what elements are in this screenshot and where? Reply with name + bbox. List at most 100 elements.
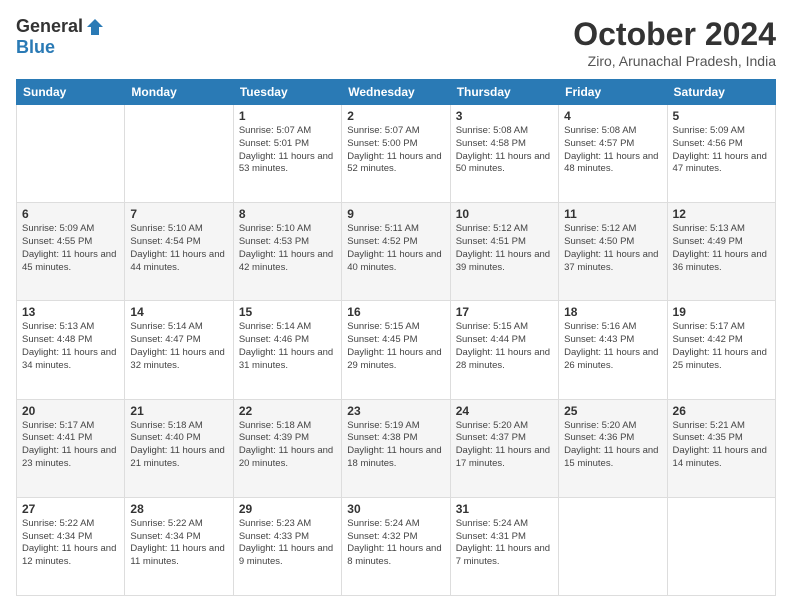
day-number: 20 — [22, 404, 119, 418]
day-cell: 23 Sunrise: 5:19 AM Sunset: 4:38 PM Dayli… — [342, 399, 450, 497]
day-number: 4 — [564, 109, 661, 123]
day-cell: 2Sunrise: 5:07 AM Sunset: 5:00 PM Daylig… — [342, 105, 450, 203]
day-info: Sunrise: 5:09 AM Sunset: 4:56 PM Dayligh… — [673, 125, 770, 176]
day-cell: 21 Sunrise: 5:18 AM Sunset: 4:40 PM Dayli… — [125, 399, 233, 497]
day-number: 21 — [130, 404, 227, 418]
col-header-friday: Friday — [559, 80, 667, 105]
day-info: Sunrise: 5:12 AM Sunset: 4:51 PM Dayligh… — [456, 223, 553, 274]
logo-blue-text: Blue — [16, 37, 55, 58]
day-cell: 27 Sunrise: 5:22 AM Sunset: 4:34 PM Dayli… — [17, 497, 125, 595]
day-cell: 8Sunrise: 5:10 AM Sunset: 4:53 PM Daylig… — [233, 203, 341, 301]
day-info: Sunrise: 5:18 AM Sunset: 4:40 PM Dayligh… — [130, 420, 227, 471]
day-info: Sunrise: 5:14 AM Sunset: 4:46 PM Dayligh… — [239, 321, 336, 372]
day-info: Sunrise: 5:22 AM Sunset: 4:34 PM Dayligh… — [22, 518, 119, 569]
day-info: Sunrise: 5:18 AM Sunset: 4:39 PM Dayligh… — [239, 420, 336, 471]
day-info: Sunrise: 5:09 AM Sunset: 4:55 PM Dayligh… — [22, 223, 119, 274]
logo-icon — [85, 17, 105, 37]
day-cell: 5 Sunrise: 5:09 AM Sunset: 4:56 PM Daylig… — [667, 105, 775, 203]
day-number: 15 — [239, 305, 336, 319]
day-cell: 9 Sunrise: 5:11 AM Sunset: 4:52 PM Daylig… — [342, 203, 450, 301]
day-number: 12 — [673, 207, 770, 221]
day-cell: 18 Sunrise: 5:16 AM Sunset: 4:43 PM Dayli… — [559, 301, 667, 399]
day-info: Sunrise: 5:10 AM Sunset: 4:54 PM Dayligh… — [130, 223, 227, 274]
col-header-saturday: Saturday — [667, 80, 775, 105]
day-info: Sunrise: 5:22 AM Sunset: 4:34 PM Dayligh… — [130, 518, 227, 569]
day-cell: 11Sunrise: 5:12 AM Sunset: 4:50 PM Dayli… — [559, 203, 667, 301]
day-number: 23 — [347, 404, 444, 418]
day-number: 30 — [347, 502, 444, 516]
day-cell: 6Sunrise: 5:09 AM Sunset: 4:55 PM Daylig… — [17, 203, 125, 301]
day-number: 24 — [456, 404, 553, 418]
day-info: Sunrise: 5:20 AM Sunset: 4:36 PM Dayligh… — [564, 420, 661, 471]
day-info: Sunrise: 5:23 AM Sunset: 4:33 PM Dayligh… — [239, 518, 336, 569]
week-row-2: 6Sunrise: 5:09 AM Sunset: 4:55 PM Daylig… — [17, 203, 776, 301]
day-number: 10 — [456, 207, 553, 221]
day-cell: 17 Sunrise: 5:15 AM Sunset: 4:44 PM Dayli… — [450, 301, 558, 399]
day-cell: 20 Sunrise: 5:17 AM Sunset: 4:41 PM Dayli… — [17, 399, 125, 497]
day-cell: 19Sunrise: 5:17 AM Sunset: 4:42 PM Dayli… — [667, 301, 775, 399]
col-header-sunday: Sunday — [17, 80, 125, 105]
day-cell: 1Sunrise: 5:07 AM Sunset: 5:01 PM Daylig… — [233, 105, 341, 203]
day-info: Sunrise: 5:17 AM Sunset: 4:41 PM Dayligh… — [22, 420, 119, 471]
day-number: 26 — [673, 404, 770, 418]
month-title: October 2024 — [573, 16, 776, 53]
week-row-1: 1Sunrise: 5:07 AM Sunset: 5:01 PM Daylig… — [17, 105, 776, 203]
day-cell — [667, 497, 775, 595]
day-info: Sunrise: 5:07 AM Sunset: 5:01 PM Dayligh… — [239, 125, 336, 176]
week-row-5: 27 Sunrise: 5:22 AM Sunset: 4:34 PM Dayli… — [17, 497, 776, 595]
day-number: 9 — [347, 207, 444, 221]
day-cell: 15 Sunrise: 5:14 AM Sunset: 4:46 PM Dayli… — [233, 301, 341, 399]
day-number: 29 — [239, 502, 336, 516]
day-info: Sunrise: 5:20 AM Sunset: 4:37 PM Dayligh… — [456, 420, 553, 471]
day-cell: 31Sunrise: 5:24 AM Sunset: 4:31 PM Dayli… — [450, 497, 558, 595]
day-info: Sunrise: 5:13 AM Sunset: 4:48 PM Dayligh… — [22, 321, 119, 372]
calendar-table: SundayMondayTuesdayWednesdayThursdayFrid… — [16, 79, 776, 596]
header: General Blue October 2024 Ziro, Arunacha… — [16, 16, 776, 69]
day-number: 2 — [347, 109, 444, 123]
day-cell: 22Sunrise: 5:18 AM Sunset: 4:39 PM Dayli… — [233, 399, 341, 497]
week-row-4: 20 Sunrise: 5:17 AM Sunset: 4:41 PM Dayli… — [17, 399, 776, 497]
day-cell — [559, 497, 667, 595]
day-cell: 29 Sunrise: 5:23 AM Sunset: 4:33 PM Dayli… — [233, 497, 341, 595]
day-info: Sunrise: 5:21 AM Sunset: 4:35 PM Dayligh… — [673, 420, 770, 471]
day-info: Sunrise: 5:15 AM Sunset: 4:44 PM Dayligh… — [456, 321, 553, 372]
day-number: 17 — [456, 305, 553, 319]
day-info: Sunrise: 5:15 AM Sunset: 4:45 PM Dayligh… — [347, 321, 444, 372]
day-cell: 4 Sunrise: 5:08 AM Sunset: 4:57 PM Daylig… — [559, 105, 667, 203]
col-header-monday: Monday — [125, 80, 233, 105]
day-number: 16 — [347, 305, 444, 319]
col-header-wednesday: Wednesday — [342, 80, 450, 105]
day-number: 25 — [564, 404, 661, 418]
day-number: 27 — [22, 502, 119, 516]
day-number: 19 — [673, 305, 770, 319]
day-number: 28 — [130, 502, 227, 516]
day-info: Sunrise: 5:16 AM Sunset: 4:43 PM Dayligh… — [564, 321, 661, 372]
day-info: Sunrise: 5:14 AM Sunset: 4:47 PM Dayligh… — [130, 321, 227, 372]
day-info: Sunrise: 5:11 AM Sunset: 4:52 PM Dayligh… — [347, 223, 444, 274]
day-number: 7 — [130, 207, 227, 221]
day-info: Sunrise: 5:08 AM Sunset: 4:57 PM Dayligh… — [564, 125, 661, 176]
day-cell: 13 Sunrise: 5:13 AM Sunset: 4:48 PM Dayli… — [17, 301, 125, 399]
day-info: Sunrise: 5:24 AM Sunset: 4:31 PM Dayligh… — [456, 518, 553, 569]
logo-general-text: General — [16, 16, 83, 37]
day-cell: 14 Sunrise: 5:14 AM Sunset: 4:47 PM Dayli… — [125, 301, 233, 399]
day-number: 18 — [564, 305, 661, 319]
day-cell: 28 Sunrise: 5:22 AM Sunset: 4:34 PM Dayli… — [125, 497, 233, 595]
title-block: October 2024 Ziro, Arunachal Pradesh, In… — [573, 16, 776, 69]
day-info: Sunrise: 5:10 AM Sunset: 4:53 PM Dayligh… — [239, 223, 336, 274]
day-cell: 26 Sunrise: 5:21 AM Sunset: 4:35 PM Dayli… — [667, 399, 775, 497]
day-number: 13 — [22, 305, 119, 319]
logo: General Blue — [16, 16, 105, 58]
day-number: 5 — [673, 109, 770, 123]
col-header-tuesday: Tuesday — [233, 80, 341, 105]
day-cell: 24 Sunrise: 5:20 AM Sunset: 4:37 PM Dayli… — [450, 399, 558, 497]
day-number: 14 — [130, 305, 227, 319]
day-info: Sunrise: 5:19 AM Sunset: 4:38 PM Dayligh… — [347, 420, 444, 471]
day-info: Sunrise: 5:24 AM Sunset: 4:32 PM Dayligh… — [347, 518, 444, 569]
day-number: 11 — [564, 207, 661, 221]
week-row-3: 13 Sunrise: 5:13 AM Sunset: 4:48 PM Dayli… — [17, 301, 776, 399]
day-cell: 30 Sunrise: 5:24 AM Sunset: 4:32 PM Dayli… — [342, 497, 450, 595]
col-header-thursday: Thursday — [450, 80, 558, 105]
day-cell — [17, 105, 125, 203]
day-cell — [125, 105, 233, 203]
